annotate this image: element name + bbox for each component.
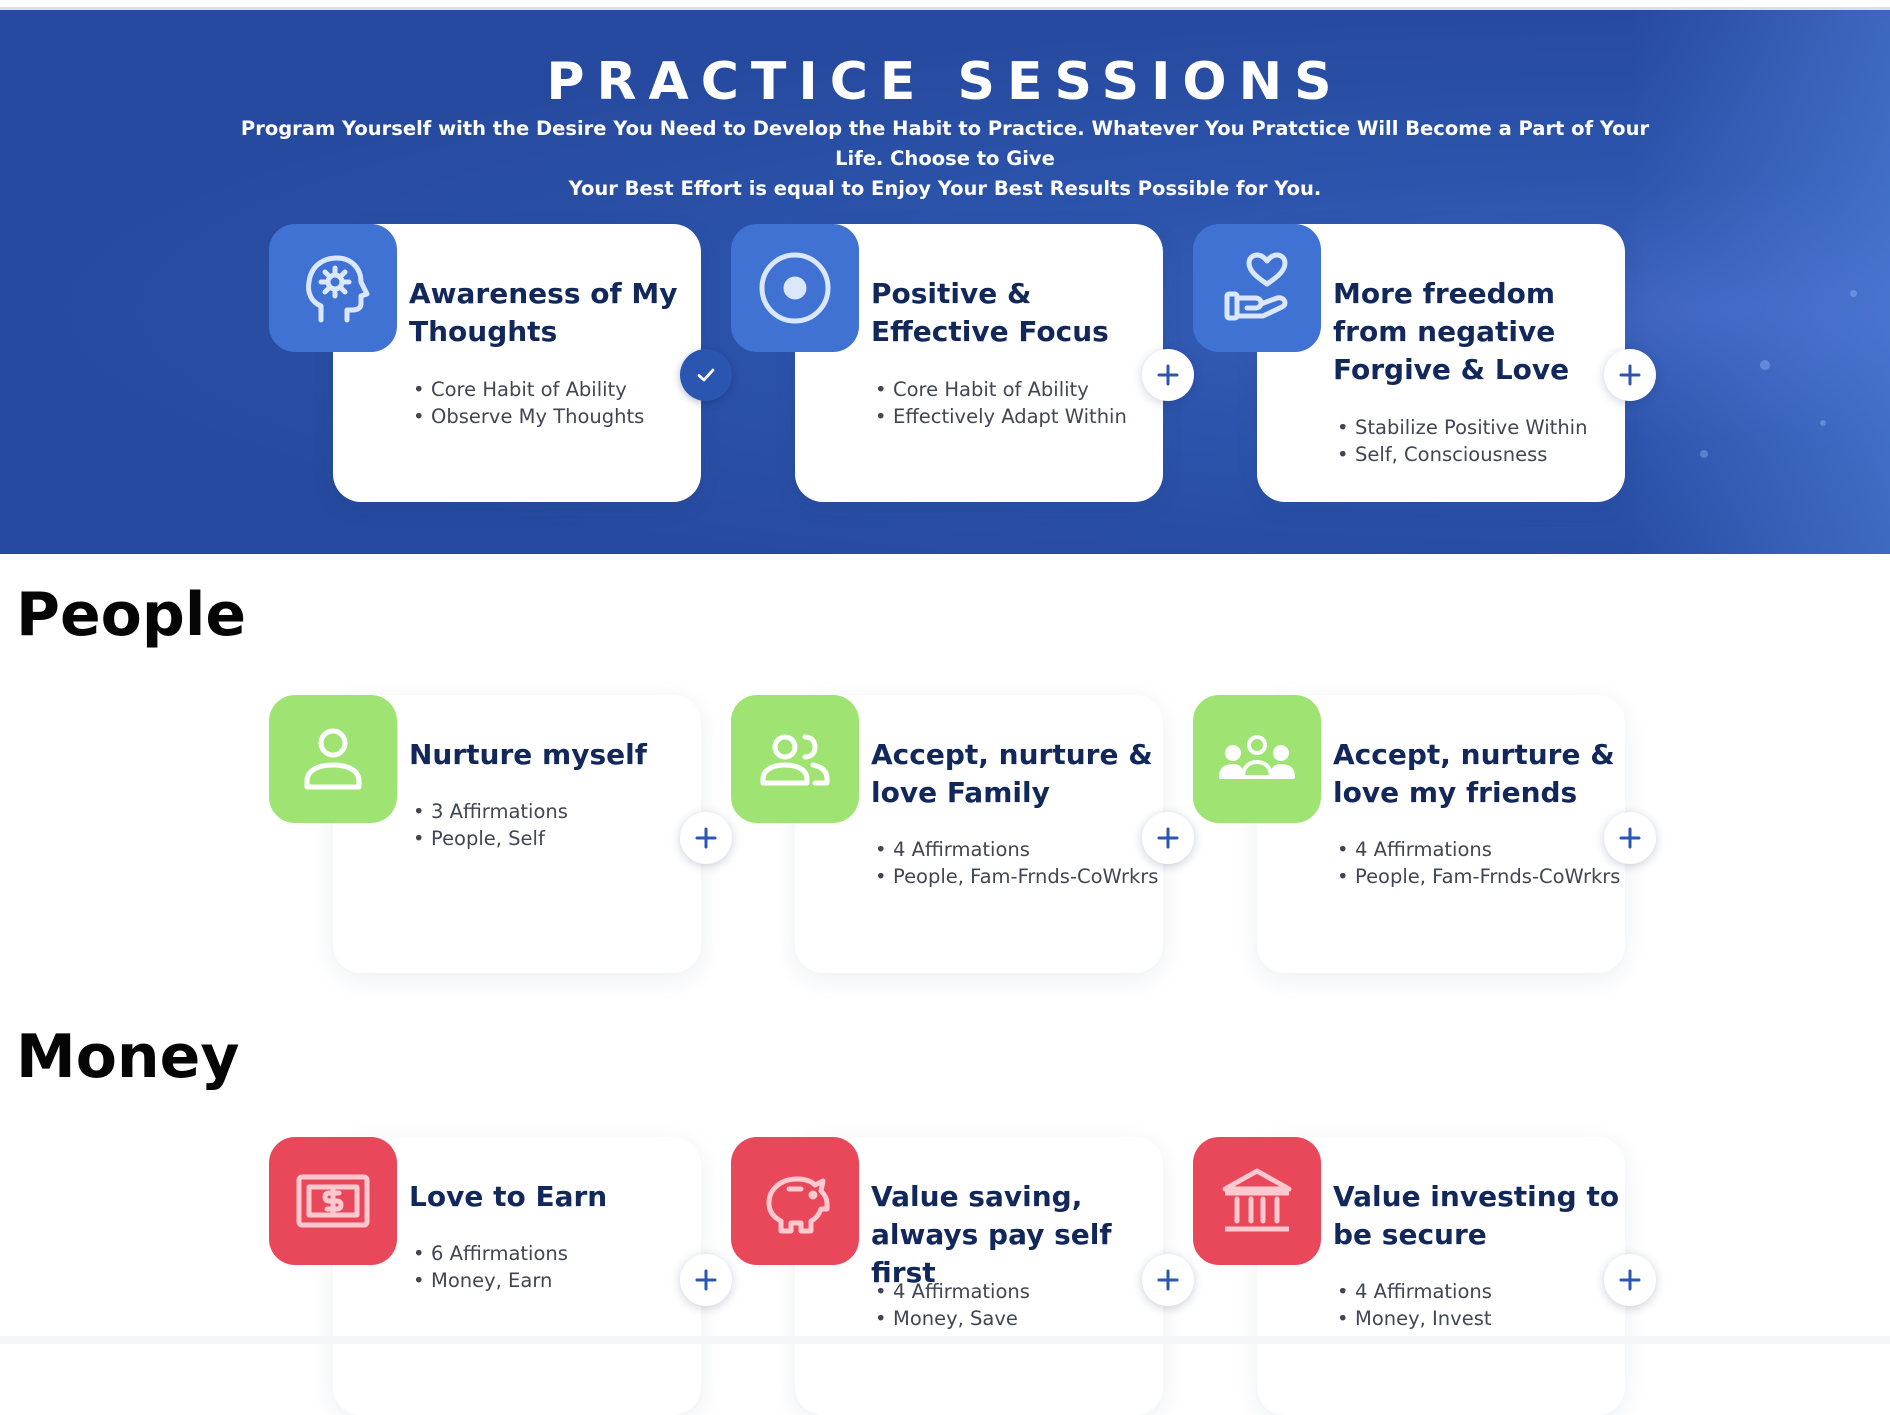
subtitle-line-2: Your Best Effort is equal to Enjoy Your … (568, 177, 1322, 200)
add-session-button[interactable] (1604, 1254, 1656, 1306)
checkmark-icon (697, 368, 715, 382)
plus-icon (1619, 1269, 1641, 1291)
bank-building-icon (1193, 1137, 1321, 1265)
added-check-button[interactable] (680, 349, 732, 401)
add-session-button[interactable] (1604, 812, 1656, 864)
card-title: Love to Earn (409, 1180, 608, 1213)
card-detail: Money, Invest (1337, 1305, 1657, 1332)
section-title-money: Money (16, 1022, 240, 1092)
card-title: Accept, nurture & love Family (871, 738, 1153, 809)
card-title: Nurture myself (409, 738, 647, 771)
add-session-button[interactable] (1142, 812, 1194, 864)
target-circle-icon (731, 224, 859, 352)
card-title: Value investing to be secure (1333, 1180, 1620, 1251)
card-details: Stabilize Positive Within Self, Consciou… (1337, 414, 1657, 468)
card-title: Awareness of My Thoughts (409, 277, 678, 348)
card-detail: Money, Save (875, 1305, 1195, 1332)
hero-particle (1850, 290, 1857, 297)
page-subtitle: Program Yourself with the Desire You Nee… (230, 114, 1660, 204)
card-detail: Observe My Thoughts (413, 403, 733, 430)
page-title: PRACTICE SESSIONS (546, 52, 1344, 112)
add-session-button[interactable] (1142, 349, 1194, 401)
bottom-edge (0, 1336, 1890, 1344)
hero-particle (1820, 420, 1826, 426)
plus-icon (695, 1269, 717, 1291)
plus-icon (1619, 827, 1641, 849)
practice-sessions-hero: PRACTICE SESSIONS Program Yourself with … (0, 10, 1890, 554)
card-title: Accept, nurture & love my friends (1333, 738, 1615, 809)
plus-icon (1157, 1269, 1179, 1291)
hero-particle (1700, 450, 1708, 458)
head-gear-icon (269, 224, 397, 352)
card-detail: People, Fam-Frnds-CoWrkrs (875, 863, 1195, 890)
two-people-icon (731, 695, 859, 823)
plus-icon (695, 827, 717, 849)
person-icon (269, 695, 397, 823)
subtitle-line-1: Program Yourself with the Desire You Nee… (240, 117, 1650, 170)
add-session-button[interactable] (1604, 349, 1656, 401)
card-detail: People, Fam-Frnds-CoWrkrs (1337, 863, 1657, 890)
add-session-button[interactable] (1142, 1254, 1194, 1306)
hand-heart-icon (1193, 224, 1321, 352)
group-icon (1193, 695, 1321, 823)
dollar-bill-icon (269, 1137, 397, 1265)
card-detail: Stabilize Positive Within (1337, 414, 1657, 441)
hero-particle (1760, 360, 1770, 370)
card-detail: Effectively Adapt Within (875, 403, 1195, 430)
card-title: Positive & Effective Focus (871, 277, 1109, 348)
add-session-button[interactable] (680, 1254, 732, 1306)
piggy-bank-icon (731, 1137, 859, 1265)
section-title-people: People (16, 580, 247, 650)
plus-icon (1157, 364, 1179, 386)
card-title: More freedom from negative Forgive & Lov… (1333, 277, 1570, 386)
card-detail: Self, Consciousness (1337, 441, 1657, 468)
plus-icon (1157, 827, 1179, 849)
card-title: Value saving, always pay self first (871, 1180, 1112, 1289)
plus-icon (1619, 364, 1641, 386)
add-session-button[interactable] (680, 812, 732, 864)
